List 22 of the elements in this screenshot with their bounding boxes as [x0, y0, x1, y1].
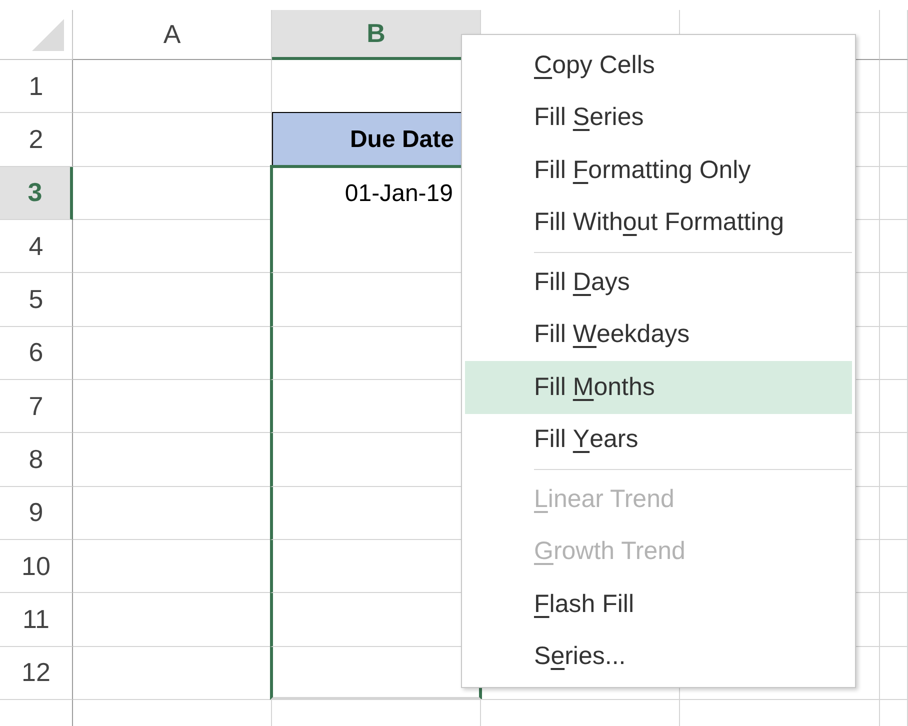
select-all-triangle[interactable] — [32, 19, 64, 51]
row-header[interactable]: 11 — [0, 593, 73, 647]
menu-item[interactable]: Fill Years — [465, 414, 852, 466]
menu-item[interactable]: Series... — [465, 630, 852, 683]
column-header[interactable]: A — [73, 10, 272, 60]
menu-item[interactable]: Fill Months — [465, 361, 852, 414]
row-header[interactable]: 7 — [0, 380, 73, 434]
menu-item[interactable]: Flash Fill — [465, 578, 852, 630]
row-header[interactable]: 6 — [0, 326, 73, 380]
row-header[interactable]: 2 — [0, 113, 73, 167]
column-header[interactable] — [880, 10, 908, 60]
row-header[interactable]: 12 — [0, 646, 73, 700]
row-header[interactable]: 8 — [0, 433, 73, 487]
row-header[interactable]: 3 — [0, 166, 73, 220]
row-header[interactable]: 9 — [0, 486, 73, 540]
row-header[interactable]: 1 — [0, 60, 73, 114]
menu-item[interactable]: Fill Weekdays — [465, 308, 852, 361]
row-header[interactable]: 10 — [0, 540, 73, 594]
column-header[interactable]: B — [272, 10, 481, 60]
menu-item[interactable]: Fill Days — [465, 256, 852, 308]
row-header[interactable]: 4 — [0, 220, 73, 274]
row-header[interactable]: 5 — [0, 273, 73, 327]
